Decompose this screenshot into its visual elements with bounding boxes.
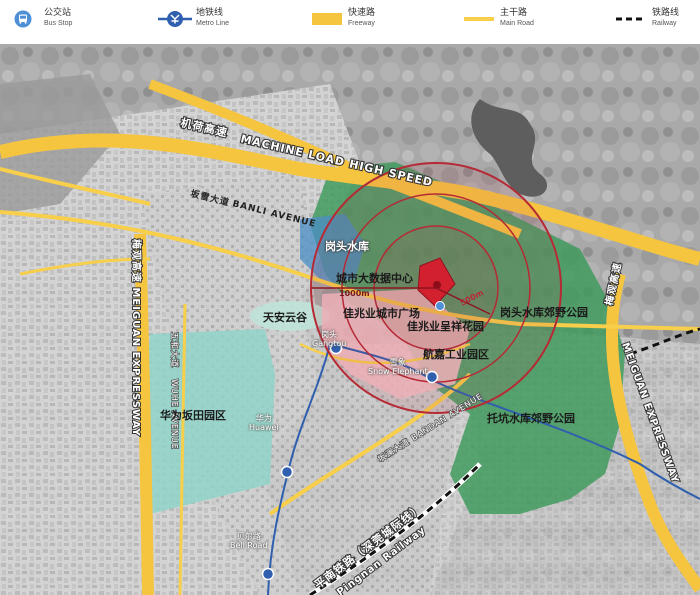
label-hangjia: 航嘉工业园区 <box>423 348 489 361</box>
metro-station-beier-icon[interactable] <box>261 567 275 581</box>
label-data-center: 城市大数据中心 <box>336 272 413 285</box>
station-label-xuexiang: 雪象 Snow Elephant <box>368 358 428 376</box>
freeway-swatch-icon <box>310 7 344 31</box>
station-huawei-en: Huawei <box>249 423 279 432</box>
legend-main-road-en: Main Road <box>500 20 534 27</box>
legend-main-road: 主干路 Main Road <box>462 7 534 31</box>
label-gangtou-park: 岗头水库郊野公园 <box>500 306 588 319</box>
bus-stop-marker-icon[interactable] <box>435 301 445 311</box>
railway-swatch-icon <box>614 7 648 31</box>
label-huawei-campus: 华为坂田园区 <box>160 409 226 422</box>
legend-freeway-zh: 快速路 <box>348 8 376 18</box>
station-beier-en: Bell Road <box>230 541 268 550</box>
metro-station-xuexiang-icon[interactable] <box>425 370 439 384</box>
label-jiazhaoye-garden: 佳兆业呈祥花园 <box>407 320 484 333</box>
main-road-swatch-icon <box>462 7 496 31</box>
label-gangtou-reservoir: 岗头水库 <box>325 240 369 253</box>
bus-stop-icon <box>6 7 40 31</box>
legend-bus-stop-en: Bus Stop <box>44 20 73 27</box>
label-tianan: 天安云谷 <box>263 311 307 324</box>
station-beier-zh: 贝尔路 <box>236 532 261 541</box>
station-label-huawei: 华为 Huawei <box>249 414 279 432</box>
legend-railway-en: Railway <box>652 20 677 27</box>
legend-main-road-zh: 主干路 <box>500 8 528 18</box>
station-xuexiang-zh: 雪象 <box>389 358 406 367</box>
legend-bus-stop-zh: 公交站 <box>44 8 72 18</box>
label-wuhe-avenue: 五和大道 <box>170 332 180 368</box>
legend-railway-zh: 铁路线 <box>652 8 680 18</box>
station-huawei-zh: 华为 <box>255 414 272 423</box>
station-label-gangtou: 岗头 Gangtou <box>312 330 346 348</box>
legend-freeway: 快速路 Freeway <box>310 7 375 31</box>
legend-bus-stop: 公交站 Bus Stop <box>6 7 72 31</box>
legend-metro-zh: 地铁线 <box>196 8 224 18</box>
legend-railway: 铁路线 Railway <box>614 7 679 31</box>
legend-metro-en: Metro Line <box>196 20 230 27</box>
station-gangtou-zh: 岗头 <box>321 330 338 339</box>
station-xuexiang-en: Snow Elephant <box>368 367 428 376</box>
legend-metro-line: 地铁线 Metro Line <box>158 7 229 31</box>
legend-freeway-en: Freeway <box>348 20 375 27</box>
label-meiguan-west: 梅观高速 MEIGUAN EXPRESSWAY <box>130 239 143 437</box>
metro-station-huawei-icon[interactable] <box>280 465 294 479</box>
metro-line-icon <box>158 7 192 31</box>
label-tuokeng-park: 托坑水库郊野公园 <box>487 412 575 425</box>
label-ring-1000m: 1000m <box>339 289 370 298</box>
site-map[interactable]: 机荷高速 MACHINE LOAD HIGH SPEED 坂雪大道 BANLI … <box>0 44 700 595</box>
station-label-beier: 贝尔路 Bell Road <box>230 532 267 550</box>
map-legend: 公交站 Bus Stop 地铁线 Metro Line 快速路 Freeway <box>0 0 700 44</box>
station-gangtou-en: Gangtou <box>312 339 347 348</box>
